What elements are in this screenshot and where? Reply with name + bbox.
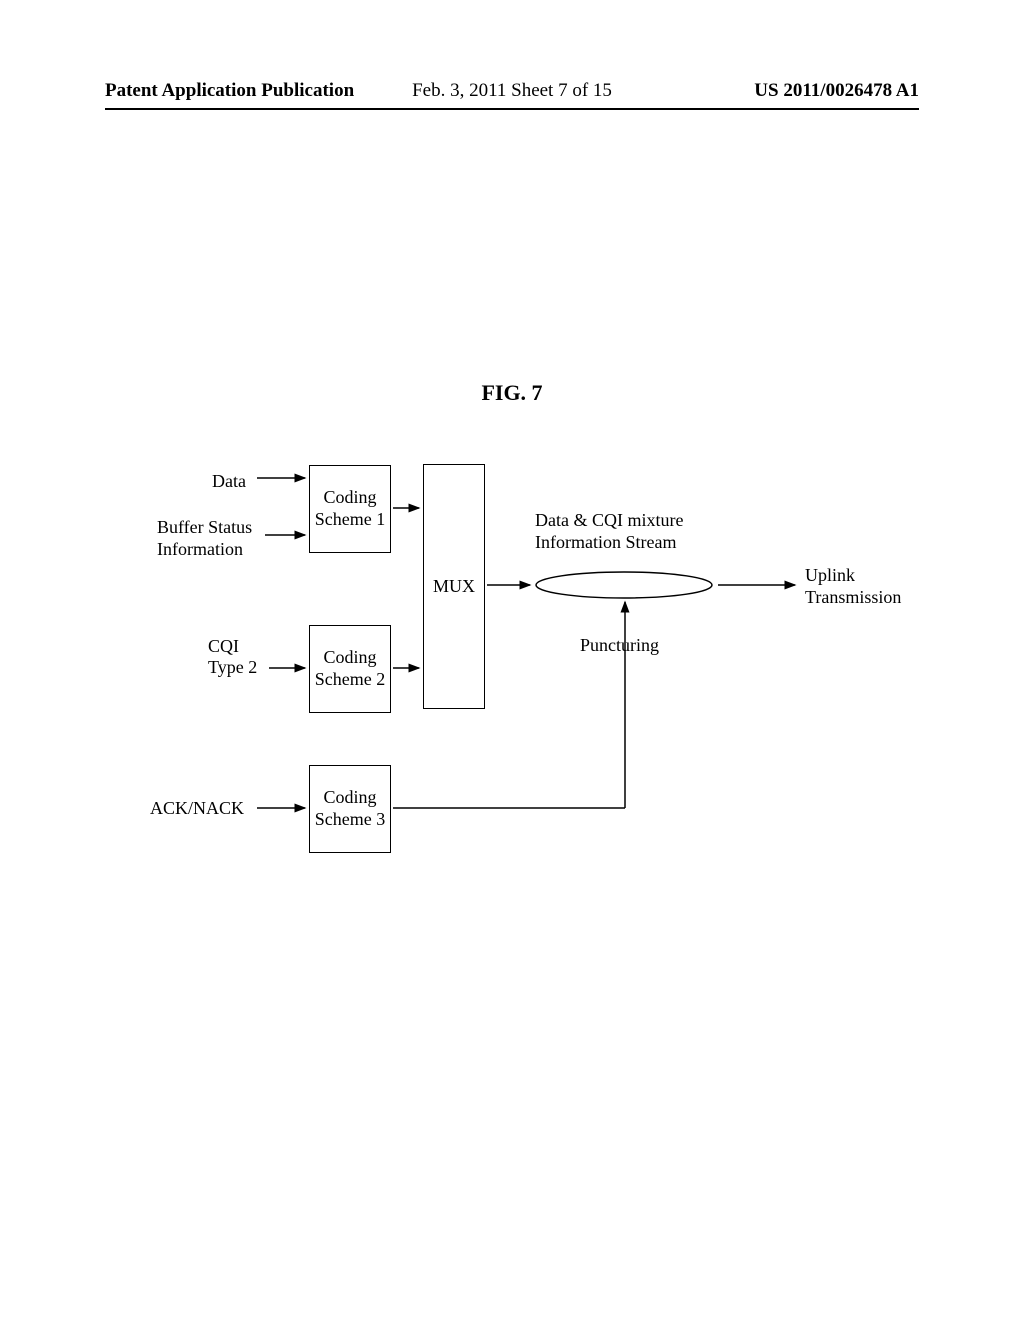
header-publication: Patent Application Publication	[105, 80, 354, 102]
mux-label: MUX	[433, 576, 475, 597]
input-label-ack-nack: ACK/NACK	[150, 798, 244, 819]
input-label-buffer-status: Buffer StatusInformation	[157, 517, 277, 560]
header-date-sheet: Feb. 3, 2011 Sheet 7 of 15	[412, 80, 612, 102]
page-header: Patent Application Publication Feb. 3, 2…	[0, 80, 1024, 102]
coding1-label: CodingScheme 1	[315, 487, 385, 530]
block-coding-scheme-2: CodingScheme 2	[309, 625, 391, 713]
input-label-data: Data	[212, 471, 246, 492]
figure-title: FIG. 7	[481, 380, 542, 406]
label-uplink-transmission: UplinkTransmission	[805, 565, 901, 608]
block-mux: MUX	[423, 464, 485, 709]
header-patent-number: US 2011/0026478 A1	[754, 80, 919, 102]
label-puncturing: Puncturing	[580, 635, 659, 656]
coding2-label: CodingScheme 2	[315, 647, 385, 690]
label-data-cqi-mixture: Data & CQI mixtureInformation Stream	[535, 510, 683, 553]
block-coding-scheme-3: CodingScheme 3	[309, 765, 391, 853]
coding3-label: CodingScheme 3	[315, 787, 385, 830]
header-divider	[105, 108, 919, 110]
input-label-cqi-type2: CQIType 2	[208, 636, 268, 677]
block-coding-scheme-1: CodingScheme 1	[309, 465, 391, 553]
block-diagram: Data Buffer StatusInformation CQIType 2 …	[135, 450, 910, 930]
